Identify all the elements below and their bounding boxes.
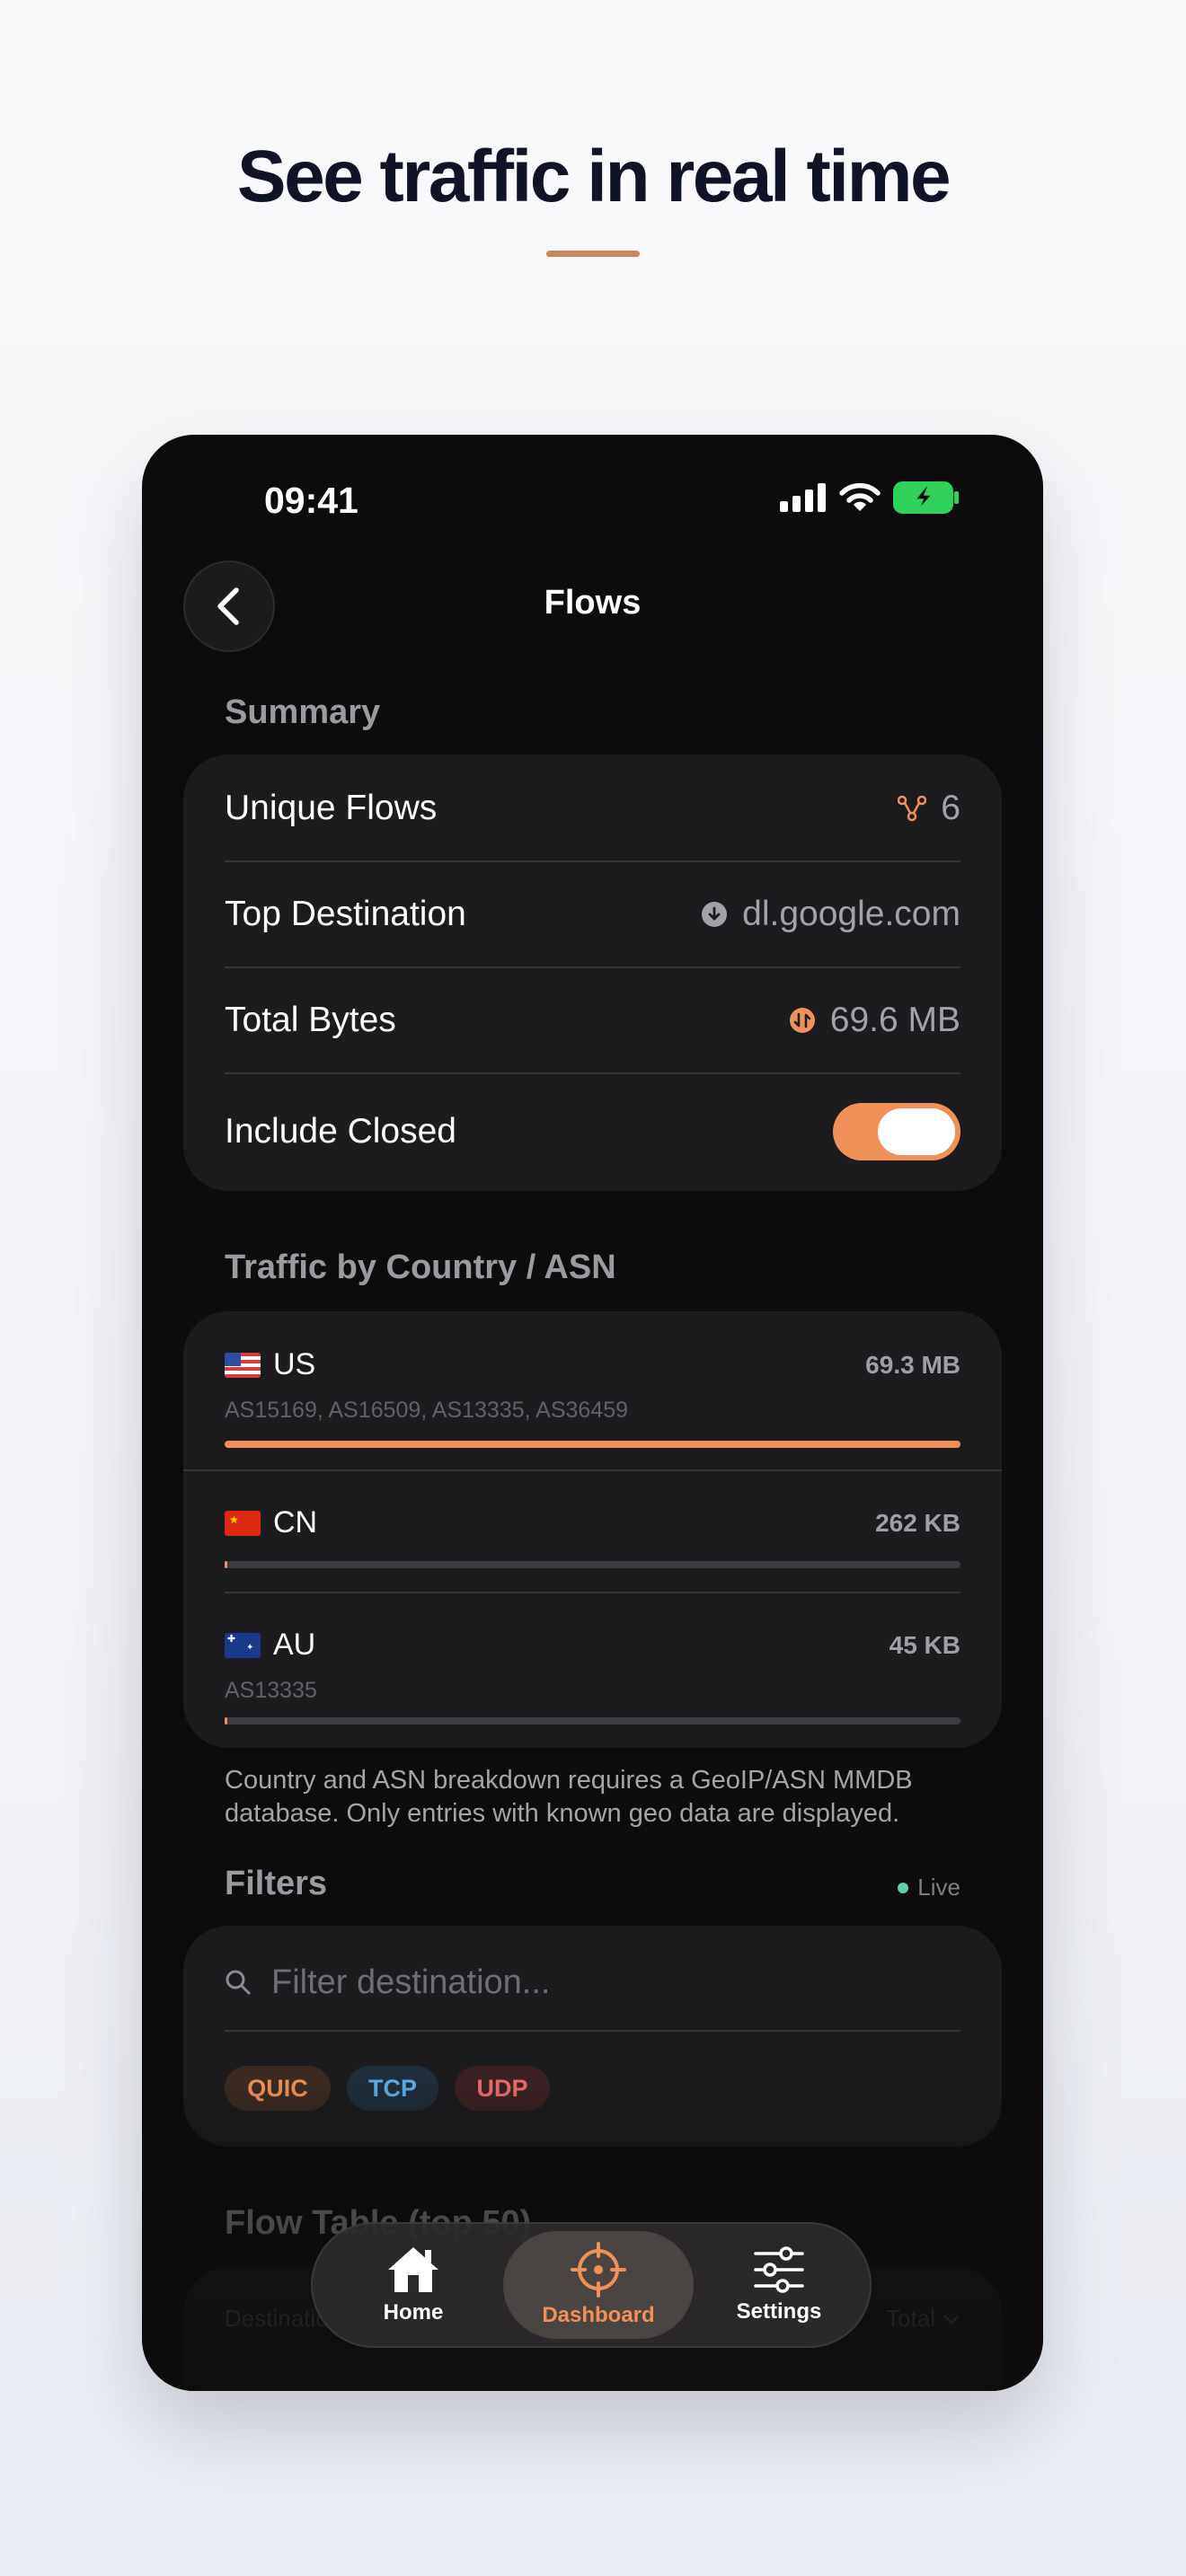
tab-settings[interactable]: Settings [694,2231,864,2339]
search-icon [226,1970,251,1995]
au-flag-icon: ✚ ✦ [225,1632,261,1658]
tab-bar: Home Dashboard Settings [311,2222,872,2348]
cellular-signal-icon [780,483,826,512]
wifi-icon [839,482,881,511]
usage-bar-fill [225,1561,228,1568]
flows-branch-icon [898,795,927,822]
status-time: 09:41 [264,480,358,521]
summary-header: Summary [225,693,381,731]
divider [225,860,960,862]
live-indicator: Live [898,1874,960,1901]
country-bytes: 262 KB [875,1509,960,1537]
country-row-cn[interactable]: ★ CN 262 KB [225,1505,960,1577]
crosshair-icon [571,2242,626,2298]
country-code: AU [273,1628,316,1662]
include-closed-label: Include Closed [225,1112,456,1151]
top-destination-label: Top Destination [225,895,466,933]
include-closed-toggle[interactable] [833,1103,960,1160]
phone-screen: 09:41 Flows Summary Unique Flows 6 Top D… [142,435,1043,2391]
divider [225,1072,960,1074]
country-code: CN [273,1505,318,1539]
tab-settings-label: Settings [736,2299,822,2324]
house-icon [388,2247,438,2292]
chevron-down-icon [943,2314,960,2325]
sliders-icon [754,2246,804,2293]
usage-bar [225,1441,960,1448]
usage-bar-fill [225,1717,227,1725]
tab-dashboard-label: Dashboard [542,2303,655,2327]
download-circle-icon [702,902,728,927]
chip-quic[interactable]: QUIC [225,2066,331,2111]
include-closed-row: Include Closed [225,1094,960,1169]
summary-card: Unique Flows 6 Top Destination dl.google [183,754,1002,1191]
country-code: US [273,1347,316,1381]
tab-home-label: Home [383,2300,444,2325]
toggle-knob [878,1108,955,1155]
headline-underline [546,251,640,257]
filter-destination-input[interactable]: Filter destination... [225,1951,960,2014]
country-row-us[interactable]: US 69.3 MB AS15169, AS16509, AS13335, AS… [225,1347,960,1455]
chip-udp[interactable]: UDP [455,2066,550,2111]
unique-flows-label: Unique Flows [225,789,438,827]
column-total[interactable]: Total [886,2305,960,2333]
live-dot [898,1882,909,1893]
divider [183,1469,1002,1471]
cn-flag-icon: ★ [225,1510,261,1536]
filters-header: Filters [225,1865,328,1902]
unique-flows-row: Unique Flows 6 [225,772,960,844]
column-total-label: Total [886,2305,935,2332]
unique-flows-value: 6 [941,789,960,827]
country-row-au[interactable]: ✚ ✦ AU 45 KB AS13335 [225,1628,960,1735]
country-asn: AS13335 [225,1678,317,1703]
usage-bar [225,1717,960,1725]
top-destination-row: Top Destination dl.google.com [225,878,960,950]
total-bytes-label: Total Bytes [225,1001,396,1039]
transfer-arrows-icon [789,1008,815,1033]
country-bytes: 45 KB [889,1631,960,1659]
chip-tcp[interactable]: TCP [347,2066,438,2111]
divider [225,2030,960,2032]
total-bytes-value: 69.6 MB [829,1001,960,1039]
filters-card: Filter destination... QUIC TCP UDP [183,1926,1002,2147]
filter-placeholder: Filter destination... [271,1963,551,2001]
total-bytes-row: Total Bytes 69.6 MB [225,984,960,1056]
status-icons [780,481,960,514]
live-label: Live [917,1874,960,1901]
usage-bar-fill [225,1441,960,1448]
country-asn: AS15169, AS16509, AS13335, AS36459 [225,1398,629,1423]
geoip-note: Country and ASN breakdown requires a Geo… [225,1766,913,1828]
page-title: Flows [544,584,642,622]
top-destination-value: dl.google.com [742,895,960,933]
us-flag-icon [225,1352,261,1378]
tab-home[interactable]: Home [323,2231,503,2339]
usage-bar [225,1561,960,1568]
battery-charging-icon [893,481,959,514]
divider [225,1592,960,1593]
country-bytes: 69.3 MB [865,1351,960,1379]
tab-dashboard[interactable]: Dashboard [503,2231,694,2339]
traffic-header: Traffic by Country / ASN [225,1248,616,1286]
divider [225,966,960,968]
marketing-headline: See traffic in real time [236,136,951,217]
traffic-card: US 69.3 MB AS15169, AS16509, AS13335, AS… [183,1311,1002,1748]
